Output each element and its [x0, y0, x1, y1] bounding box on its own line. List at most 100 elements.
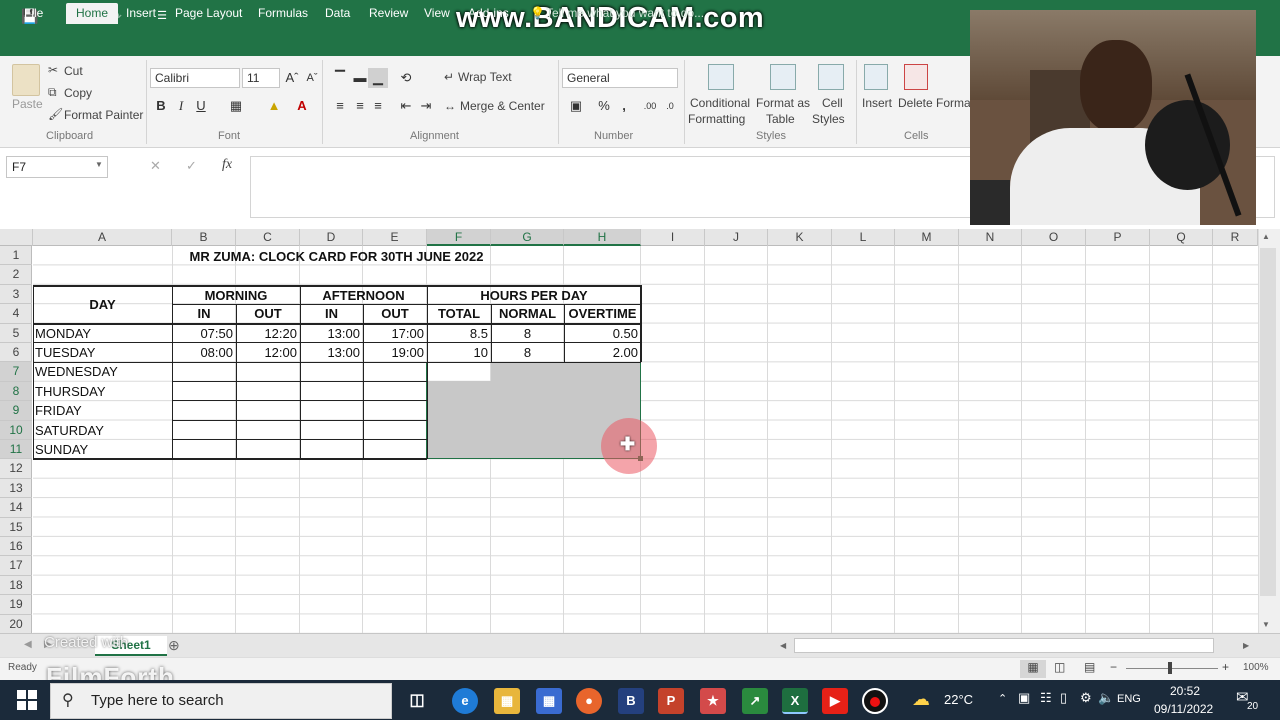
header-overtime[interactable]: OVERTIME	[564, 304, 641, 323]
copy-icon[interactable]: ⧉	[48, 84, 57, 100]
windows-start-icon[interactable]	[17, 690, 37, 710]
name-box-dropdown-icon[interactable]: ▼	[95, 160, 103, 169]
row-header[interactable]: 7	[0, 362, 32, 382]
scissors-icon[interactable]: ✂	[48, 62, 58, 78]
zoom-in-icon[interactable]: +	[1222, 660, 1229, 674]
font-size-combo[interactable]: 11	[242, 68, 280, 88]
borders-icon[interactable]: ▦	[226, 96, 246, 116]
zoom-out-icon[interactable]: −	[1110, 660, 1117, 674]
insert-function-icon[interactable]: fx	[222, 157, 232, 173]
tab-home[interactable]: Home	[66, 3, 119, 24]
new-sheet-icon[interactable]: ⊕	[168, 637, 180, 654]
scroll-down-icon[interactable]: ▼	[1262, 620, 1270, 629]
row-header[interactable]: 5	[0, 324, 32, 343]
battery-icon[interactable]: ▯	[1060, 690, 1067, 706]
copy-button[interactable]: Copy	[64, 85, 92, 101]
wrap-text-button[interactable]: Wrap Text	[458, 69, 512, 85]
time-cell[interactable]: 12:20	[236, 324, 300, 343]
tab-page-layout[interactable]: Page Layout	[175, 3, 242, 24]
chart-app-icon[interactable]: ↗	[742, 688, 768, 714]
row-header[interactable]: 20	[0, 615, 32, 634]
file-explorer-icon[interactable]: ▦	[494, 688, 520, 714]
clock-time[interactable]: 20:52	[1170, 684, 1200, 698]
paste-button[interactable]: Paste	[12, 96, 43, 112]
fill-color-icon[interactable]: ▲	[264, 96, 284, 116]
format-cells-button[interactable]: Forma	[936, 95, 971, 111]
format-painter-button[interactable]: Format Painter	[64, 107, 143, 123]
tab-insert[interactable]: Insert	[126, 3, 156, 24]
network-icon[interactable]: ☷	[1040, 690, 1052, 706]
day-cell[interactable]: MONDAY	[35, 324, 172, 343]
row-header[interactable]: 2	[0, 265, 32, 285]
row-header[interactable]: 11	[0, 440, 32, 460]
row-header[interactable]: 3	[0, 285, 32, 305]
conditional-formatting-label-2[interactable]: Formatting	[688, 111, 745, 127]
insert-cells-icon[interactable]	[864, 64, 888, 90]
align-middle-icon[interactable]: ▬	[350, 68, 370, 88]
align-center-icon[interactable]: ≡	[350, 96, 370, 116]
name-box[interactable]: F7	[6, 156, 108, 178]
header-morning-out[interactable]: OUT	[236, 304, 300, 323]
hscroll-right-icon[interactable]: ▶	[1243, 641, 1249, 650]
decrease-indent-icon[interactable]: ⇤	[396, 96, 416, 116]
format-as-table-icon[interactable]	[770, 64, 796, 90]
row-header[interactable]: 6	[0, 343, 32, 363]
column-header-p[interactable]: P	[1086, 229, 1150, 246]
header-day[interactable]: DAY	[33, 295, 172, 314]
row-header[interactable]: 19	[0, 595, 32, 615]
column-header-a[interactable]: A	[33, 229, 172, 246]
horizontal-scrollbar-thumb[interactable]	[794, 638, 1214, 653]
column-header-j[interactable]: J	[705, 229, 768, 246]
total-cell[interactable]: 8.5	[427, 324, 491, 343]
app-icon[interactable]: ★	[700, 688, 726, 714]
tab-data[interactable]: Data	[325, 3, 350, 24]
language-indicator[interactable]: ENG	[1117, 693, 1141, 705]
tray-expand-icon[interactable]: ⌃	[998, 692, 1007, 705]
row-header[interactable]: 17	[0, 556, 32, 576]
firefox-icon[interactable]: ●	[576, 688, 602, 714]
column-header-n[interactable]: N	[959, 229, 1022, 246]
column-header-b[interactable]: B	[172, 229, 236, 246]
grow-font-icon[interactable]: Aˆ	[282, 68, 302, 88]
overtime-cell[interactable]: 0.50	[564, 324, 641, 343]
excel-taskbar-icon[interactable]: X	[782, 688, 808, 714]
column-header-m[interactable]: M	[895, 229, 959, 246]
time-cell[interactable]: 19:00	[363, 343, 427, 362]
column-header-q[interactable]: Q	[1150, 229, 1213, 246]
row-header[interactable]: 9	[0, 401, 32, 421]
format-as-table-label[interactable]: Format as	[756, 95, 810, 111]
font-name-combo[interactable]: Calibri	[150, 68, 240, 88]
increase-indent-icon[interactable]: ⇥	[416, 96, 436, 116]
time-cell[interactable]: 08:00	[172, 343, 236, 362]
time-cell[interactable]: 12:00	[236, 343, 300, 362]
header-morning[interactable]: MORNING	[172, 286, 300, 305]
time-cell[interactable]: 07:50	[172, 324, 236, 343]
cell-styles-icon[interactable]	[818, 64, 844, 90]
notification-count[interactable]: 20	[1247, 701, 1259, 712]
column-header-r[interactable]: R	[1213, 229, 1258, 246]
header-total[interactable]: TOTAL	[427, 304, 491, 323]
delete-cells-button[interactable]: Delete	[898, 95, 933, 111]
delete-cells-icon[interactable]	[904, 64, 928, 90]
row-header[interactable]: 16	[0, 537, 32, 557]
header-afternoon[interactable]: AFTERNOON	[300, 286, 427, 305]
overtime-cell[interactable]: 2.00	[564, 343, 641, 362]
day-cell[interactable]: TUESDAY	[35, 343, 172, 362]
day-cell[interactable]: FRIDAY	[35, 401, 172, 420]
time-cell[interactable]: 17:00	[363, 324, 427, 343]
wrap-text-icon[interactable]: ↵	[444, 69, 454, 85]
increase-decimal-icon[interactable]: .00	[640, 96, 660, 116]
bold-button[interactable]: B	[151, 96, 171, 116]
align-right-icon[interactable]: ≡	[368, 96, 388, 116]
italic-button[interactable]: I	[171, 96, 191, 116]
row-header[interactable]: 12	[0, 459, 32, 479]
row-header[interactable]: 14	[0, 498, 32, 518]
record-icon[interactable]	[862, 688, 888, 714]
column-header-c[interactable]: C	[236, 229, 300, 246]
row-header[interactable]: 8	[0, 381, 32, 402]
store-icon[interactable]: ▦	[536, 688, 562, 714]
number-format-combo[interactable]: General	[562, 68, 678, 88]
column-header-k[interactable]: K	[768, 229, 832, 246]
volume-icon[interactable]: 🔈	[1098, 690, 1114, 706]
column-header-l[interactable]: L	[832, 229, 895, 246]
